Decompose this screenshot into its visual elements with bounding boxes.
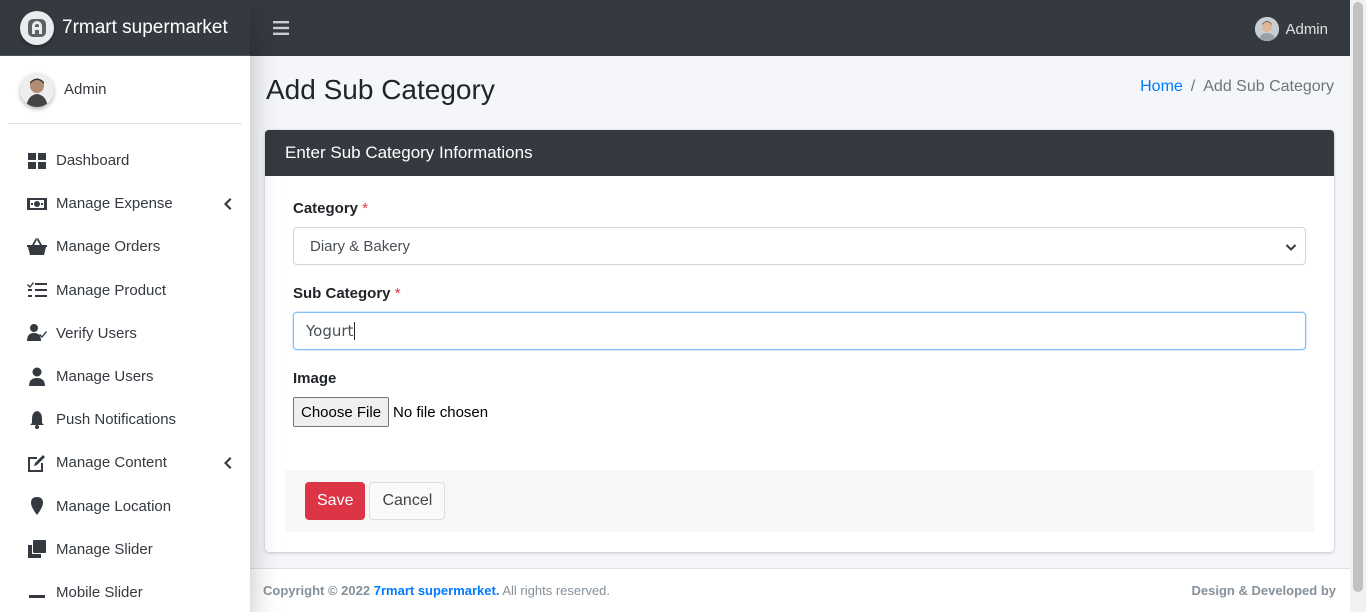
clone-icon [26, 539, 48, 559]
page-title: Add Sub Category [266, 74, 495, 105]
sidebar-nav: Dashboard Manage Expense Manage Orders M… [0, 124, 250, 612]
shopping-basket-icon [26, 237, 48, 257]
sub-category-label: Sub Category * [293, 285, 1306, 302]
top-user-name: Admin [1285, 20, 1328, 38]
chevron-left-icon[interactable] [222, 456, 232, 470]
company-link[interactable]: 7rmart supermarket. [374, 583, 500, 598]
minus-icon [26, 582, 48, 602]
sidebar-item-label: Dashboard [56, 152, 130, 170]
image-file-input: Choose File No file chosen [293, 397, 1306, 427]
sidebar-item-label: Manage Expense [56, 195, 173, 213]
sidebar-item-manage-content[interactable]: Manage Content [0, 441, 250, 484]
user-panel-name: Admin [64, 81, 107, 98]
sidebar-item-label: Manage Orders [56, 238, 161, 256]
page-footer: Copyright © 2022 7rmart supermarket. All… [250, 568, 1350, 612]
brand-name: 7rmart supermarket [62, 16, 228, 38]
top-avatar-icon [1255, 17, 1280, 41]
sidebar-item-manage-expense[interactable]: Manage Expense [0, 182, 250, 225]
sidebar-item-label: Manage Product [56, 281, 167, 299]
credit-text: Design & Developed by [1191, 583, 1336, 598]
image-label: Image [293, 370, 337, 387]
form-body: Category * Diary & Bakery Sub Category *… [265, 176, 1334, 427]
card-header: Enter Sub Category Informations [265, 130, 1334, 176]
choose-file-button[interactable]: Choose File [293, 397, 390, 427]
map-marker-icon [26, 496, 48, 516]
sub-category-form-card: Enter Sub Category Informations Category… [265, 130, 1334, 552]
sidebar-item-manage-location[interactable]: Manage Location [0, 485, 250, 528]
top-navbar: Admin [250, 0, 1350, 56]
money-bill-icon [26, 194, 48, 214]
sidebar-item-manage-orders[interactable]: Manage Orders [0, 225, 250, 268]
sidebar-item-manage-slider[interactable]: Manage Slider [0, 528, 250, 571]
sidebar-item-push-notifications[interactable]: Push Notifications [0, 398, 250, 441]
page-scrollbar[interactable] [1350, 0, 1366, 612]
sidebar-item-label: Push Notifications [56, 411, 177, 429]
text-cursor [354, 322, 356, 340]
file-status-text: No file chosen [393, 403, 489, 421]
sidebar-item-manage-product[interactable]: Manage Product [0, 269, 250, 312]
sidebar-item-label: Manage Location [56, 497, 172, 515]
sidebar-item-label: Verify Users [56, 324, 137, 342]
sidebar-item-label: Manage Users [56, 368, 154, 386]
sidebar-item-mobile-slider[interactable]: Mobile Slider [0, 571, 250, 612]
sidebar-item-manage-users[interactable]: Manage Users [0, 355, 250, 398]
user-check-icon [26, 323, 48, 343]
scrollbar-thumb[interactable] [1353, 2, 1363, 592]
breadcrumb: Home / Add Sub Category [1140, 78, 1334, 96]
sidebar-item-label: Mobile Slider [56, 583, 143, 601]
hamburger-icon[interactable] [273, 20, 289, 36]
chevron-down-icon [1285, 240, 1297, 252]
category-selected-value: Diary & Bakery [310, 237, 411, 255]
copyright-prefix: Copyright © 2022 [263, 583, 371, 598]
sidebar-item-dashboard[interactable]: Dashboard [0, 139, 250, 182]
user-icon [26, 367, 48, 387]
sidebar-item-label: Manage Content [56, 454, 167, 472]
category-label-text: Category [293, 200, 359, 217]
dashboard-icon [26, 151, 48, 171]
breadcrumb-separator: / [1190, 78, 1196, 95]
sidebar-item-verify-users[interactable]: Verify Users [0, 312, 250, 355]
required-mark: * [394, 285, 401, 302]
save-button[interactable]: Save [305, 482, 366, 520]
cancel-button[interactable]: Cancel [369, 482, 446, 520]
main-sidebar: 7rmart supermarket Admin Dashboard Manag… [0, 0, 250, 612]
user-panel[interactable]: Admin [8, 56, 242, 124]
required-mark: * [362, 200, 369, 217]
sub-category-label-text: Sub Category [293, 285, 391, 302]
copyright-text: Copyright © 2022 7rmart supermarket. All… [263, 583, 610, 598]
content-wrapper: Add Sub Category Home / Add Sub Category… [250, 56, 1350, 612]
chevron-left-icon[interactable] [222, 197, 232, 211]
brand-logo-icon [20, 10, 54, 45]
rights-text: All rights reserved. [502, 583, 611, 598]
breadcrumb-current: Add Sub Category [1203, 78, 1334, 95]
form-actions: Save Cancel [285, 470, 1314, 532]
edit-icon [26, 453, 48, 473]
tasks-list-icon [26, 280, 48, 300]
category-label: Category * [293, 200, 1306, 217]
top-user-menu[interactable]: Admin [1255, 17, 1328, 41]
card-title: Enter Sub Category Informations [285, 143, 533, 162]
breadcrumb-home-link[interactable]: Home [1140, 78, 1183, 96]
brand-link[interactable]: 7rmart supermarket [0, 0, 250, 56]
sub-category-input[interactable]: Yogurt [293, 312, 1306, 350]
sidebar-item-label: Manage Slider [56, 540, 153, 558]
bell-icon [26, 410, 48, 430]
category-select[interactable]: Diary & Bakery [293, 227, 1306, 265]
user-avatar-icon [20, 72, 54, 107]
sub-category-input-value: Yogurt [306, 322, 354, 340]
